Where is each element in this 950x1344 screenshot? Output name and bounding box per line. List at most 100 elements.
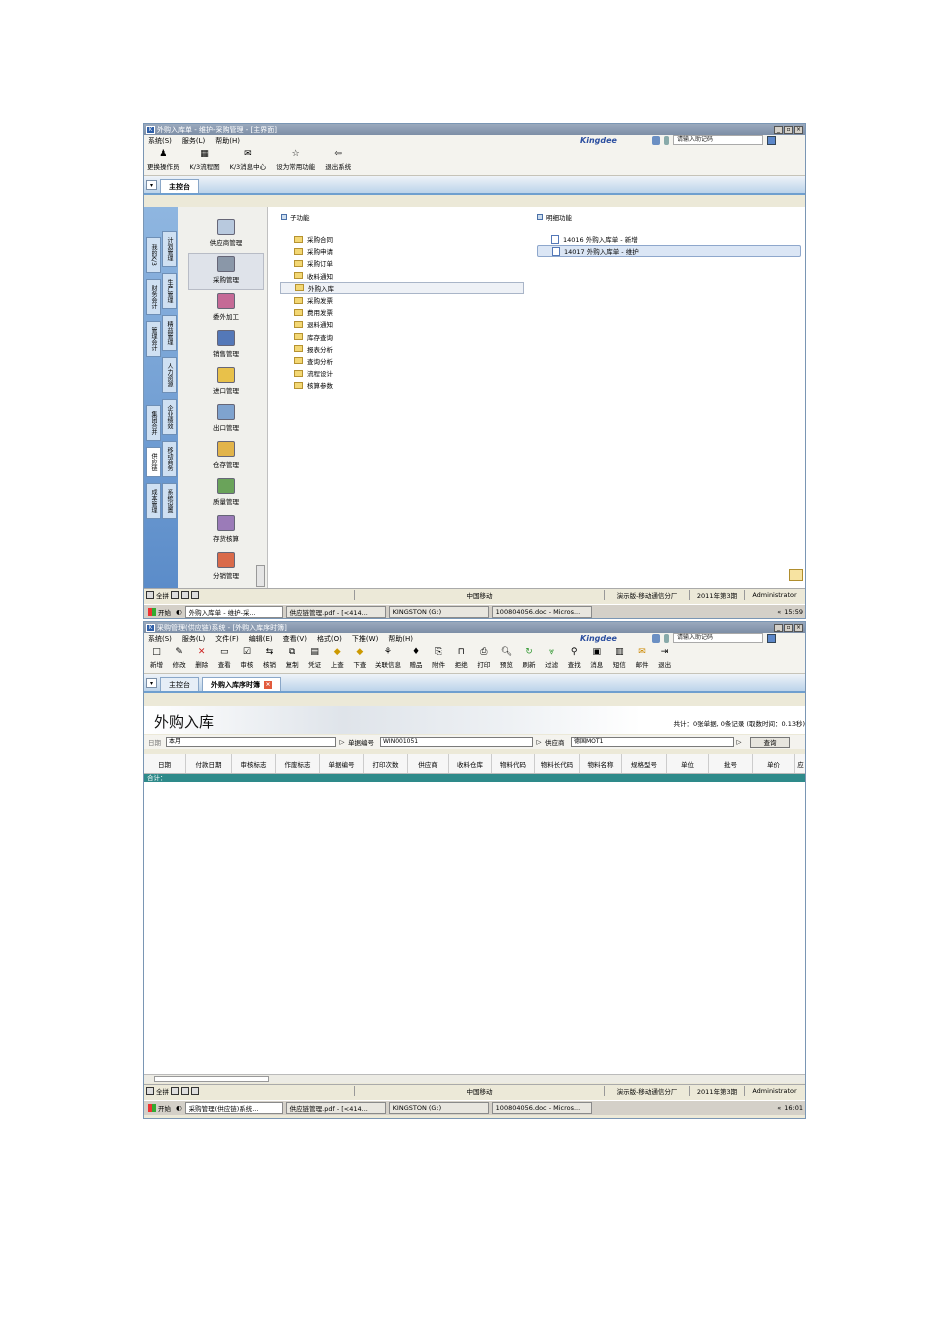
voucher-button[interactable]: ▤ 凭证 <box>305 645 324 669</box>
go-button[interactable] <box>767 135 776 145</box>
ie-icon[interactable]: ◐ <box>176 1104 182 1112</box>
menu-view[interactable]: 查看(V) <box>283 634 307 644</box>
sub-function-item-selected[interactable]: 外购入库 <box>280 281 524 294</box>
column-header[interactable]: 打印次数 <box>364 754 408 773</box>
sub-function-item[interactable]: 库存查询 <box>294 331 524 343</box>
vtab-group-merge[interactable]: 集团合并 <box>146 405 161 441</box>
close-button[interactable]: × <box>794 623 803 632</box>
copy-button[interactable]: ⧉ 复制 <box>283 645 302 669</box>
tab-dropdown-icon[interactable]: ▾ <box>146 180 157 190</box>
detail-item-new[interactable]: 14016 外购入库单 - 新增 <box>537 233 801 245</box>
taskbar-item[interactable]: 100804056.doc - Micros... <box>491 1102 592 1114</box>
column-header[interactable]: 物料代码 <box>492 754 535 773</box>
view-button[interactable]: ▭ 查看 <box>215 645 234 669</box>
start-button[interactable]: 开始 <box>146 1102 173 1114</box>
date-field[interactable]: 本月 <box>166 737 336 747</box>
delete-button[interactable]: ✕ 删除 <box>192 645 211 669</box>
vtab-system-settings[interactable]: 系统设置 <box>162 483 177 519</box>
detail-item-maintain[interactable]: 14017 外购入库单 - 维护 <box>537 245 801 257</box>
vtab-finance[interactable]: 财务会计 <box>146 279 161 315</box>
audit-button[interactable]: ☑ 审核 <box>237 645 256 669</box>
column-header[interactable]: 审核标志 <box>232 754 276 773</box>
print-button[interactable]: ⎙ 打印 <box>474 645 493 669</box>
go-button[interactable] <box>767 633 776 643</box>
tab-main-console[interactable]: 主控台 <box>160 677 199 691</box>
trace-up-button[interactable]: ◆ 上查 <box>328 645 347 669</box>
menu-service[interactable]: 服务(L) <box>182 136 205 146</box>
module-warehouse-management[interactable]: 仓存管理 <box>188 441 264 469</box>
taskbar-item[interactable]: 采购管理(供应链)系统... <box>184 1102 283 1114</box>
exit-system-button[interactable]: ⇦ 退出系统 <box>325 147 351 171</box>
menu-file[interactable]: 文件(F) <box>215 634 239 644</box>
mail-icon[interactable] <box>789 569 803 581</box>
column-header[interactable]: 单据编号 <box>320 754 364 773</box>
scroll-thumb[interactable] <box>154 1076 269 1082</box>
module-sales-management[interactable]: 销售管理 <box>188 330 264 358</box>
column-header[interactable]: 物料长代码 <box>535 754 580 773</box>
sub-function-item[interactable]: 核算参数 <box>294 379 524 391</box>
flowchart-button[interactable]: ▦ K/3流程图 <box>190 147 220 171</box>
vtab-supply-chain[interactable]: 供应链 <box>146 447 161 477</box>
vtab-cost[interactable]: 成本管理 <box>146 483 161 519</box>
ie-icon[interactable]: ◐ <box>176 608 182 616</box>
attachment-button[interactable]: ⎘ 附件 <box>429 645 448 669</box>
reject-button[interactable]: ⊓ 拒绝 <box>452 645 471 669</box>
query-button[interactable]: 查询 <box>750 736 790 748</box>
column-header[interactable]: 供应商 <box>408 754 449 773</box>
taskbar-item[interactable]: KINGSTON (G:) <box>388 1102 489 1114</box>
sub-function-item[interactable]: 查询分析 <box>294 355 524 367</box>
column-header[interactable]: 单价 <box>753 754 795 773</box>
helper-code-input[interactable]: 请输入助记码 <box>673 135 763 145</box>
helper-code-input[interactable]: 请输入助记码 <box>673 633 763 643</box>
message-button[interactable]: ▣ 消息 <box>587 645 606 669</box>
column-header[interactable]: 付款日期 <box>186 754 232 773</box>
tab-dropdown-icon[interactable]: ▾ <box>146 678 157 688</box>
vtab-management-accounting[interactable]: 管理会计 <box>146 321 161 357</box>
exit-button[interactable]: ⇥ 退出 <box>655 645 674 669</box>
minimize-button[interactable]: _ <box>774 623 783 632</box>
menu-help[interactable]: 帮助(H) <box>215 136 240 146</box>
edit-button[interactable]: ✎ 修改 <box>170 645 189 669</box>
tab-inbound-list[interactable]: 外购入库序时簿 × <box>202 677 281 691</box>
menu-system[interactable]: 系统(S) <box>148 136 172 146</box>
sub-function-item[interactable]: 采购申请 <box>294 245 524 257</box>
module-outsourcing[interactable]: 委外加工 <box>188 293 264 321</box>
column-header[interactable]: 单位 <box>667 754 709 773</box>
filter-button[interactable]: ⩔ 过滤 <box>542 645 561 669</box>
sub-function-item[interactable]: 收料通知 <box>294 270 524 282</box>
minimize-button[interactable]: _ <box>774 125 783 134</box>
preview-button[interactable]: 🔍︎ 预览 <box>497 645 516 669</box>
module-distribution-management[interactable]: 分销管理 <box>188 552 264 580</box>
menu-service[interactable]: 服务(L) <box>182 634 205 644</box>
taskbar-item[interactable]: 供应链管理.pdf - [<414... <box>285 606 386 618</box>
new-button[interactable]: □ 新增 <box>147 645 166 669</box>
horizontal-scrollbar[interactable] <box>144 1074 805 1083</box>
vtab-my-k3[interactable]: 我的K/3 <box>146 237 161 273</box>
vtab-performance[interactable]: 企业绩效 <box>162 399 177 435</box>
sub-function-item[interactable]: 退料通知 <box>294 318 524 330</box>
bill-number-field[interactable]: WIN001051 <box>380 737 533 747</box>
message-center-button[interactable]: ✉ K/3消息中心 <box>230 147 267 171</box>
module-purchase-management[interactable]: 采购管理 <box>188 253 264 290</box>
trace-down-button[interactable]: ◆ 下查 <box>350 645 369 669</box>
sub-function-item[interactable]: 报表分析 <box>294 343 524 355</box>
gift-button[interactable]: ♦ 赠品 <box>407 645 426 669</box>
sub-function-item[interactable]: 采购合同 <box>294 233 524 245</box>
module-import-management[interactable]: 进口管理 <box>188 367 264 395</box>
column-header[interactable]: 批号 <box>709 754 753 773</box>
sub-function-item[interactable]: 费用发票 <box>294 306 524 318</box>
restore-button[interactable]: ▫ <box>784 125 793 134</box>
menu-help[interactable]: 帮助(H) <box>388 634 413 644</box>
vtab-lean[interactable]: 精益管理 <box>162 315 177 351</box>
sub-function-item[interactable]: 流程设计 <box>294 367 524 379</box>
module-inventory-accounting[interactable]: 存货核算 <box>188 515 264 543</box>
taskbar-item[interactable]: 供应链管理.pdf - [<414... <box>285 1102 386 1114</box>
column-header[interactable]: 规格型号 <box>622 754 667 773</box>
taskbar-item[interactable]: 外购入库单 - 维护-采... <box>184 606 283 618</box>
vtab-mobile[interactable]: 移动商务 <box>162 441 177 477</box>
menu-edit[interactable]: 编辑(E) <box>249 634 273 644</box>
vtab-hr[interactable]: 人力资源 <box>162 357 177 393</box>
related-info-button[interactable]: ⚘ 关联信息 <box>373 645 403 669</box>
module-quality-management[interactable]: 质量管理 <box>188 478 264 506</box>
module-supplier-management[interactable]: 供应商管理 <box>188 219 264 247</box>
